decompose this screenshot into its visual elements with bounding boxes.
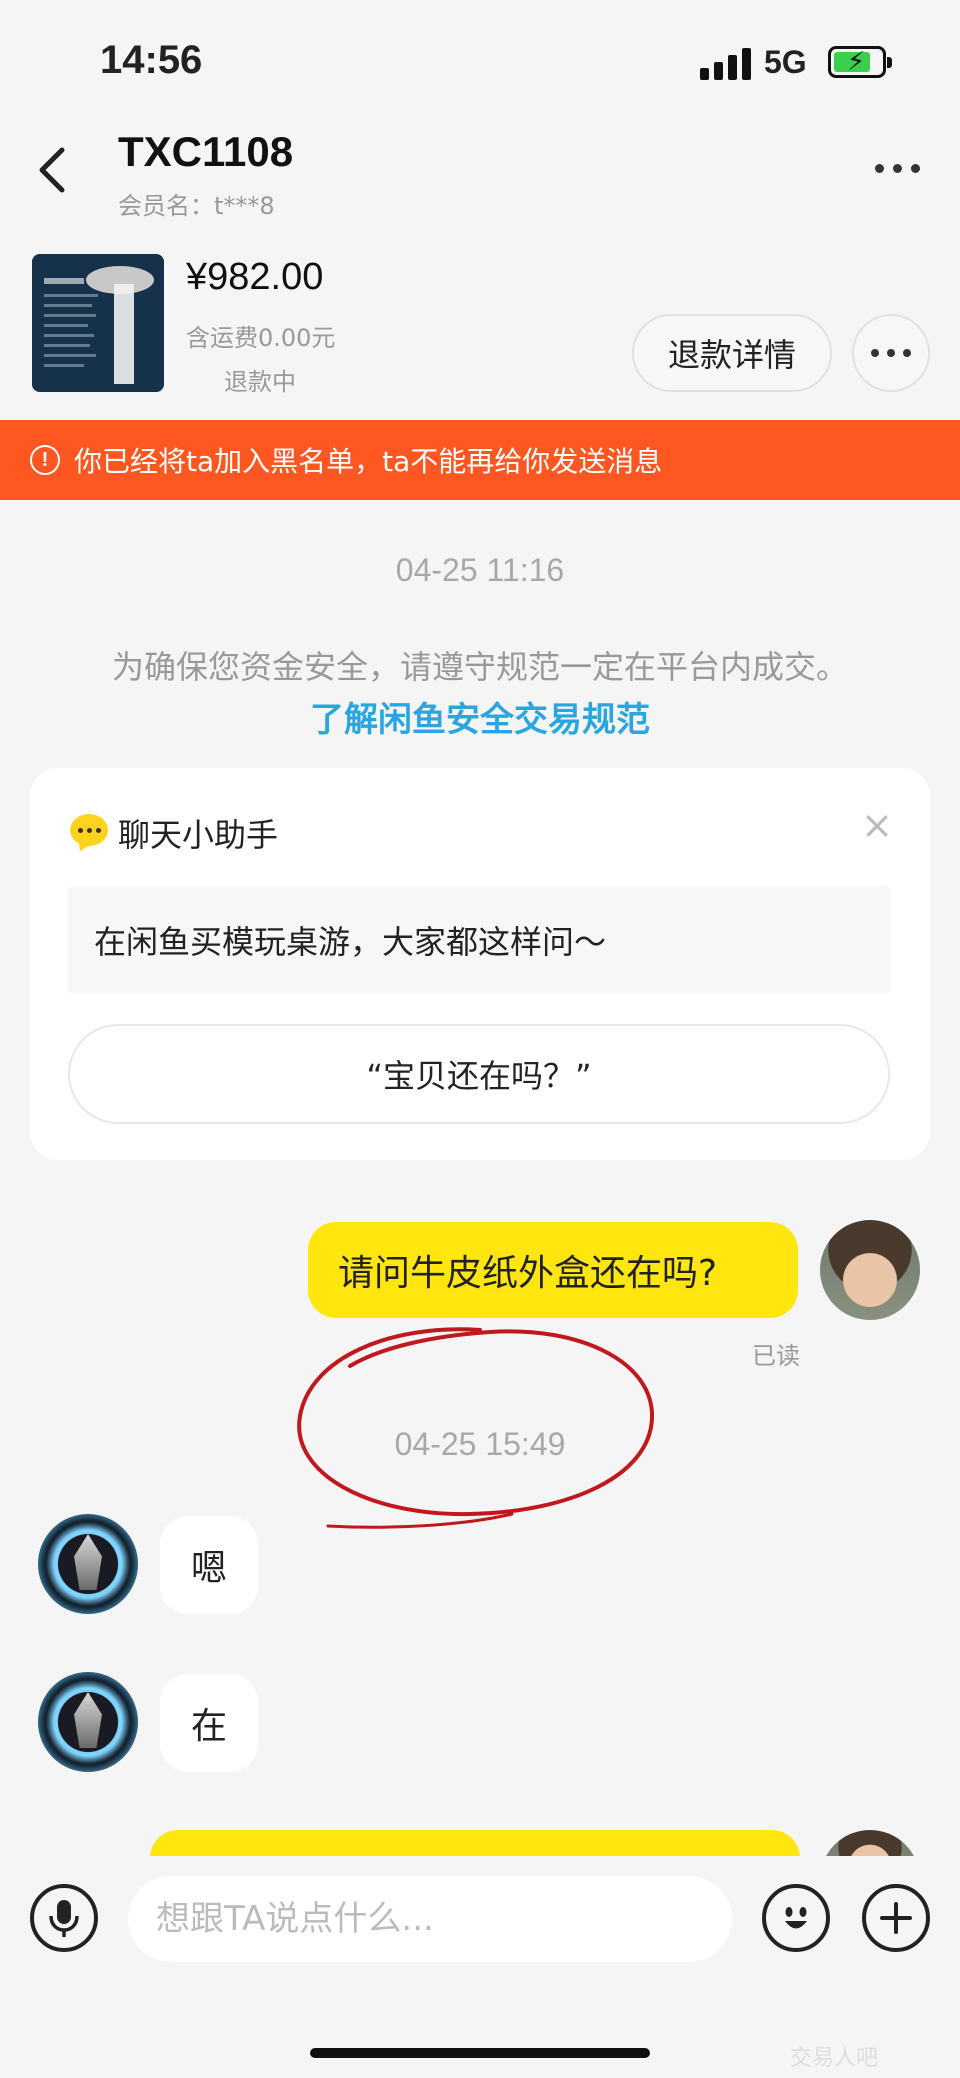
order-status: 退款中 bbox=[224, 368, 296, 396]
message-bubble-received[interactable]: 嗯 bbox=[160, 1516, 258, 1614]
home-indicator[interactable] bbox=[310, 2048, 650, 2058]
avatar[interactable] bbox=[38, 1514, 138, 1614]
refund-details-button[interactable]: 退款详情 bbox=[632, 314, 832, 392]
suggested-question-button[interactable]: “宝贝还在吗？” bbox=[68, 1024, 890, 1124]
message-bubble-sent[interactable]: 请问牛皮纸外盒还在吗? bbox=[308, 1222, 798, 1318]
blacklist-banner: ! 你已经将ta加入黑名单，ta不能再给你发送消息 bbox=[0, 420, 960, 500]
product-shipping: 含运费0.00元 bbox=[186, 324, 336, 352]
helper-title: 聊天小助手 bbox=[118, 816, 279, 854]
blacklist-text: 你已经将ta加入黑名单，ta不能再给你发送消息 bbox=[74, 445, 663, 478]
avatar[interactable] bbox=[38, 1672, 138, 1772]
emoji-button[interactable] bbox=[762, 1884, 830, 1952]
chat-bubble-icon bbox=[70, 814, 108, 846]
microphone-icon bbox=[49, 1900, 79, 1937]
voice-button[interactable] bbox=[30, 1884, 98, 1952]
chevron-left-icon bbox=[39, 147, 65, 193]
product-image-icon bbox=[32, 254, 164, 392]
signal-icon bbox=[700, 48, 752, 80]
order-more-button[interactable] bbox=[852, 314, 930, 392]
plus-icon bbox=[880, 1902, 912, 1934]
message-bubble-received[interactable]: 在 bbox=[160, 1674, 258, 1772]
status-bar: 14:56 5G ⚡ bbox=[0, 0, 960, 120]
product-price: ¥982.00 bbox=[186, 256, 324, 298]
dot-icon bbox=[910, 163, 920, 173]
page-title: TXC1108 bbox=[118, 128, 294, 175]
dot-icon bbox=[903, 349, 911, 357]
safety-notice: 为确保您资金安全，请遵守规范一定在平台内成交。 bbox=[111, 648, 848, 686]
timestamp: 04-25 11:16 bbox=[395, 552, 565, 588]
dot-icon bbox=[892, 163, 902, 173]
dot-icon bbox=[874, 163, 884, 173]
status-time: 14:56 bbox=[100, 38, 203, 82]
close-icon[interactable]: × bbox=[852, 800, 902, 850]
product-thumbnail[interactable] bbox=[32, 254, 164, 392]
member-name: 会员名：t***8 bbox=[118, 192, 275, 220]
read-receipt: 已读 bbox=[752, 1342, 800, 1370]
add-button[interactable] bbox=[862, 1884, 930, 1952]
chat-screen: 14:56 5G ⚡ TXC1108 会员名：t***8 ¥982.00 含运费… bbox=[0, 0, 960, 2078]
avatar[interactable] bbox=[820, 1220, 920, 1320]
timestamp: 04-25 15:49 bbox=[394, 1426, 566, 1462]
dot-icon bbox=[871, 349, 879, 357]
network-type: 5G bbox=[764, 44, 807, 80]
chat-helper-card: 聊天小助手 × 在闲鱼买模玩桌游，大家都这样问～ “宝贝还在吗？” bbox=[30, 768, 930, 1160]
warning-icon: ! bbox=[30, 445, 60, 475]
watermark: 交易人吧 bbox=[790, 2046, 879, 2071]
emoji-icon bbox=[785, 1907, 807, 1929]
dot-icon bbox=[887, 349, 895, 357]
more-menu-button[interactable] bbox=[862, 148, 932, 188]
message-input[interactable] bbox=[128, 1876, 732, 1962]
safety-rules-link[interactable]: 了解闲鱼安全交易规范 bbox=[0, 692, 960, 741]
helper-prompt: 在闲鱼买模玩桌游，大家都这样问～ bbox=[68, 886, 890, 994]
back-button[interactable] bbox=[30, 140, 80, 200]
battery-icon: ⚡ bbox=[828, 46, 892, 78]
